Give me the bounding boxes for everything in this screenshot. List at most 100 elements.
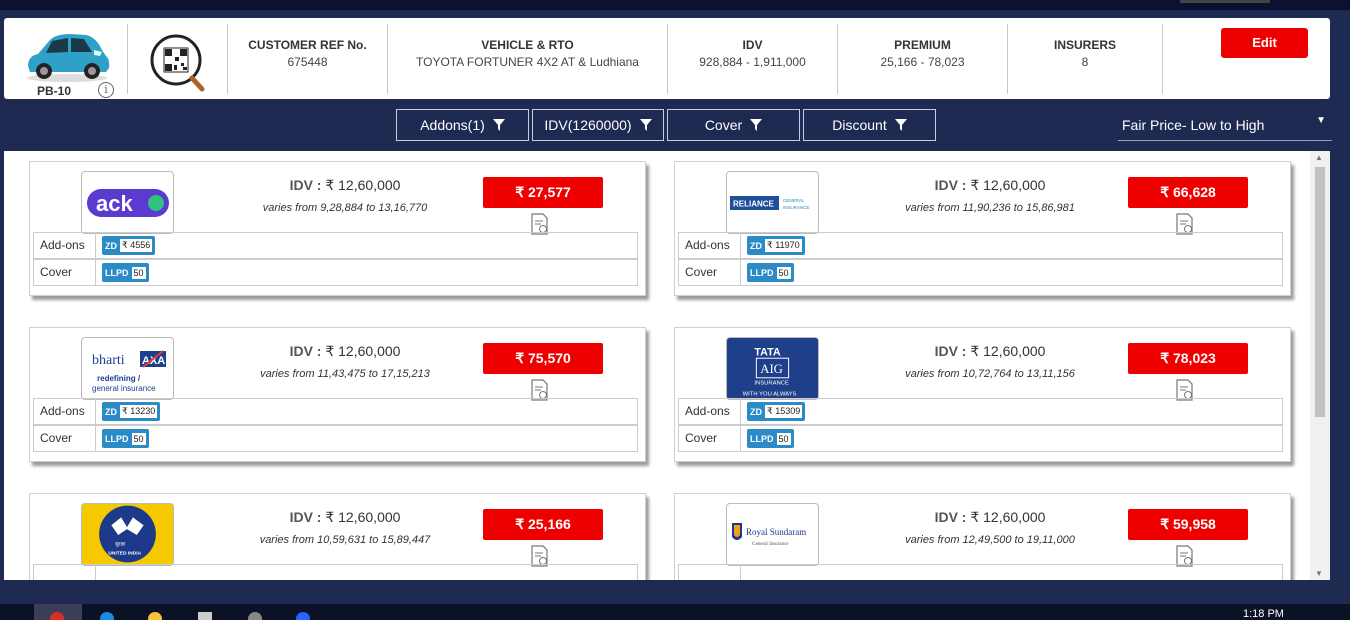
svg-text:redefining /: redefining / [97, 374, 141, 383]
scroll-down-arrow-icon[interactable]: ▼ [1315, 569, 1323, 578]
cover-row: Cover LLPD 50 [33, 425, 638, 452]
results-scrollbar[interactable]: ▲ ▼ [1310, 151, 1330, 580]
insurer-logo-acko: ack [81, 171, 174, 234]
quote-card: सुरक्षा UNITED INDIA IDV : ₹ 12,60,000 v… [29, 493, 646, 580]
sort-select[interactable]: Fair Price- Low to High ▼ [1118, 111, 1332, 141]
dropdown-arrow-icon: ▼ [1316, 115, 1326, 126]
cover-chip[interactable]: LLPD 50 [102, 263, 149, 282]
buy-premium-button[interactable]: ₹ 66,628 [1128, 177, 1248, 208]
idv-value: ₹ 12,60,000 [325, 343, 401, 359]
filter-cover-button[interactable]: Cover [667, 109, 800, 141]
idv-range-note: varies from 10,59,631 to 15,89,447 [259, 534, 431, 546]
edit-button[interactable]: Edit [1221, 28, 1308, 58]
filter-icon [639, 118, 652, 131]
rto-code: PB-10 [37, 84, 72, 98]
info-icon[interactable]: i [98, 82, 114, 98]
svg-text:ack: ack [96, 191, 133, 216]
insurers-count: 8 [1081, 55, 1089, 69]
idv-range-note: varies from 9,28,884 to 13,16,770 [262, 202, 428, 214]
cover-chip[interactable]: LLPD 50 [102, 429, 149, 448]
insurer-logo-royal-sundaram: Royal Sundaram General Insurance [726, 503, 819, 566]
addon-chip[interactable]: ZD ₹ 15309 [747, 402, 806, 421]
quote-card: RELIANCE GENERAL INSURANCE IDV : ₹ 12,60… [674, 161, 1291, 296]
svg-text:bharti: bharti [92, 353, 125, 368]
idv-cell: IDV 928,884 - 1,911,000 [668, 24, 838, 94]
idv-value: ₹ 12,60,000 [970, 343, 1046, 359]
svg-text:सुरक्षा: सुरक्षा [115, 542, 126, 548]
taskbar-clock: 1:18 PM [1243, 608, 1284, 620]
idv-value: ₹ 12,60,000 [325, 177, 401, 193]
svg-text:WITH YOU ALWAYS: WITH YOU ALWAYS [743, 391, 797, 397]
os-taskbar [0, 604, 1350, 620]
cover-chip[interactable]: LLPD 50 [747, 263, 794, 282]
quote-card: ack IDV : ₹ 12,60,000 varies from 9,28,8… [29, 161, 646, 296]
quote-card: Royal Sundaram General Insurance IDV : ₹… [674, 493, 1291, 580]
quote-summary-panel: PB-10 i CUSTOMER REF No. 675448 VEHICLE … [4, 18, 1330, 99]
customer-ref-value: 675448 [287, 55, 328, 69]
addons-row: Add-ons ZD ₹ 4556 [33, 232, 638, 259]
svg-text:INSURANCE: INSURANCE [783, 205, 810, 210]
idv-range-note: varies from 11,90,236 to 15,86,981 [905, 202, 1075, 214]
filter-icon [750, 118, 763, 131]
scroll-thumb[interactable] [1315, 167, 1325, 417]
cover-row: Cover LLPD 50 [678, 425, 1283, 452]
qr-cell [128, 24, 228, 94]
svg-text:General Insurance: General Insurance [752, 542, 789, 547]
filter-discount-button[interactable]: Discount [803, 109, 936, 141]
idv-value: ₹ 12,60,000 [970, 509, 1046, 525]
top-strip [0, 0, 1350, 10]
buy-premium-button[interactable]: ₹ 75,570 [483, 343, 603, 374]
idv-value: ₹ 12,60,000 [325, 509, 401, 525]
vehicle-thumb-cell: PB-10 i [4, 24, 128, 98]
svg-text:general insurance: general insurance [92, 384, 156, 393]
svg-text:AIG: AIG [760, 362, 783, 376]
quote-card: bharti AXA redefining / general insuranc… [29, 327, 646, 462]
insurer-logo-reliance: RELIANCE GENERAL INSURANCE [726, 171, 819, 234]
addons-row [33, 564, 638, 580]
filter-idv-button[interactable]: IDV(1260000) [532, 109, 664, 141]
app-icon[interactable] [198, 612, 212, 620]
filter-icon [894, 118, 907, 131]
addon-chip[interactable]: ZD ₹ 4556 [102, 236, 156, 255]
quote-results-panel: ack IDV : ₹ 12,60,000 varies from 9,28,8… [4, 151, 1330, 580]
quote-card: TATA AIG INSURANCE WITH YOU ALWAYS IDV :… [674, 327, 1291, 462]
addon-chip[interactable]: ZD ₹ 13230 [102, 402, 161, 421]
svg-text:Royal Sundaram: Royal Sundaram [746, 527, 806, 537]
idv-range-value: 928,884 - 1,911,000 [699, 55, 806, 69]
buy-premium-button[interactable]: ₹ 25,166 [483, 509, 603, 540]
idv-range-note: varies from 10,72,764 to 13,11,156 [905, 368, 1075, 380]
insurer-logo-tata-aig: TATA AIG INSURANCE WITH YOU ALWAYS [726, 337, 819, 400]
app-icon[interactable] [296, 612, 310, 620]
buy-premium-button[interactable]: ₹ 78,023 [1128, 343, 1248, 374]
insurer-logo-bharti-axa: bharti AXA redefining / general insuranc… [81, 337, 174, 400]
svg-text:INSURANCE: INSURANCE [754, 381, 789, 387]
cover-chip[interactable]: LLPD 50 [747, 429, 794, 448]
svg-text:UNITED INDIA: UNITED INDIA [108, 551, 141, 557]
svg-text:TATA: TATA [754, 346, 781, 358]
buy-premium-button[interactable]: ₹ 59,958 [1128, 509, 1248, 540]
chrome-icon[interactable] [50, 612, 64, 620]
addons-row: Add-ons ZD ₹ 11970 [678, 232, 1283, 259]
edge-icon[interactable] [100, 612, 114, 620]
addon-chip[interactable]: ZD ₹ 11970 [747, 236, 805, 255]
idv-value: ₹ 12,60,000 [970, 177, 1046, 193]
scroll-up-arrow-icon[interactable]: ▲ [1315, 153, 1323, 162]
premium-cell: PREMIUM 25,166 - 78,023 [838, 24, 1008, 94]
app-icon[interactable] [248, 612, 262, 620]
insurer-logo-united-india: सुरक्षा UNITED INDIA [81, 503, 174, 566]
buy-premium-button[interactable]: ₹ 27,577 [483, 177, 603, 208]
vehicle-rto-cell: VEHICLE & RTO TOYOTA FORTUNER 4X2 AT & L… [388, 24, 668, 94]
customer-ref-cell: CUSTOMER REF No. 675448 [228, 24, 388, 94]
addons-row: Add-ons ZD ₹ 15309 [678, 398, 1283, 425]
svg-text:RELIANCE: RELIANCE [733, 199, 775, 208]
idv-range-note: varies from 12,49,500 to 19,11,000 [905, 534, 1075, 546]
addons-row [678, 564, 1283, 580]
qr-search-icon[interactable] [150, 32, 206, 92]
addons-row: Add-ons ZD ₹ 13230 [33, 398, 638, 425]
filter-addons-button[interactable]: Addons(1) [396, 109, 529, 141]
folder-icon[interactable] [148, 612, 162, 620]
cover-row: Cover LLPD 50 [678, 259, 1283, 286]
vehicle-rto-value: TOYOTA FORTUNER 4X2 AT & Ludhiana [416, 55, 639, 69]
filter-icon [492, 118, 505, 131]
car-image [27, 34, 110, 82]
